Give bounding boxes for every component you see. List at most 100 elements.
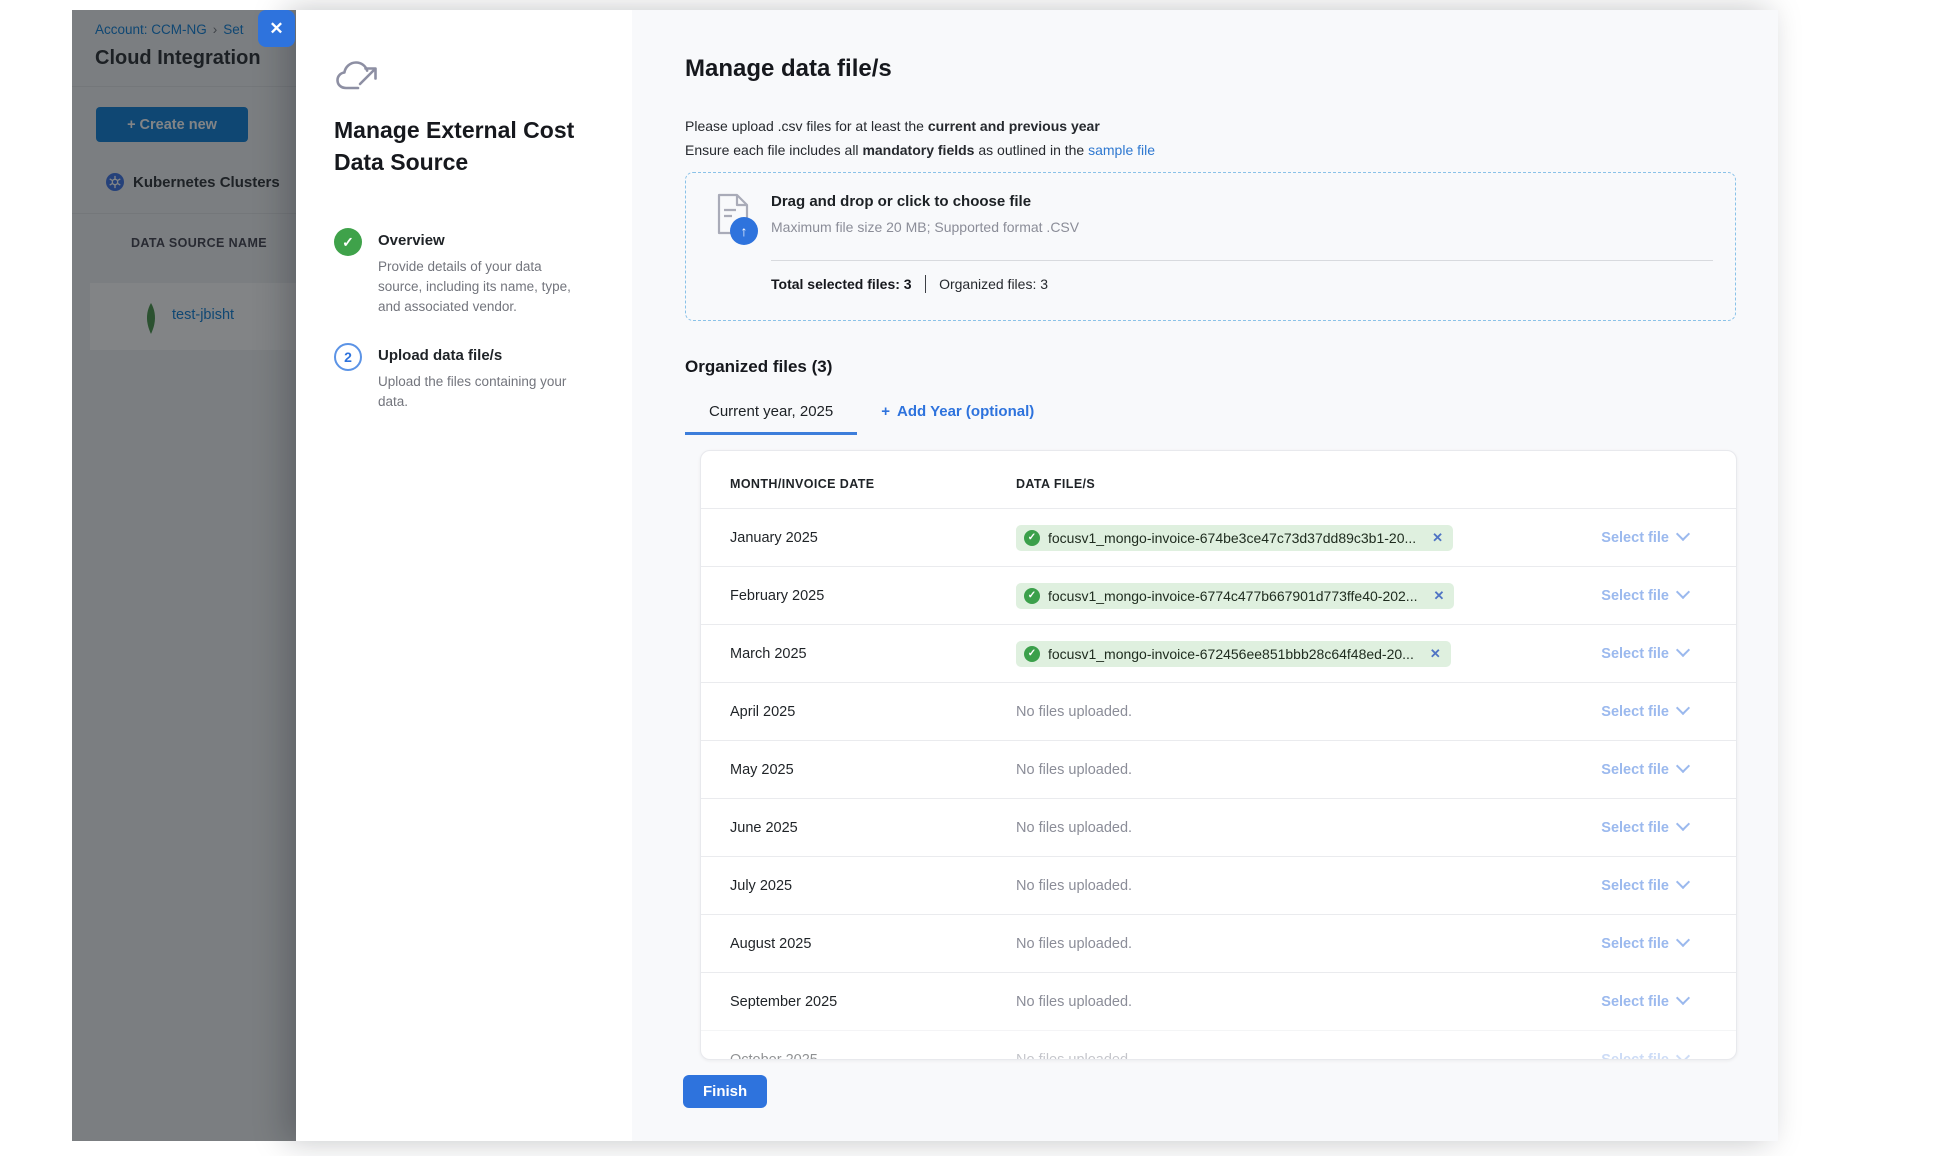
organized-files-heading: Organized files (3) — [685, 357, 832, 377]
drawer-left-panel: Manage External Cost Data Source ✓ Overv… — [296, 10, 632, 1141]
drawer-main-panel: Manage data file/s Please upload .csv fi… — [632, 10, 1778, 1141]
table-row: January 2025✓focusv1_mongo-invoice-674be… — [701, 508, 1736, 566]
column-month-invoice-date: MONTH/INVOICE DATE — [701, 477, 1016, 491]
select-file-dropdown[interactable]: Select file — [1531, 587, 1736, 604]
column-data-files: DATA FILE/S — [1016, 477, 1531, 491]
month-label: August 2025 — [701, 936, 1016, 952]
plus-icon: + — [881, 403, 890, 420]
select-file-dropdown[interactable]: Select file — [1531, 761, 1736, 778]
tab-kubernetes-clusters[interactable]: Kubernetes Clusters — [106, 173, 280, 191]
file-cell: No files uploaded. — [1016, 704, 1531, 720]
file-cell: No files uploaded. — [1016, 878, 1531, 894]
file-dropzone[interactable]: ↑ Drag and drop or click to choose file … — [685, 172, 1736, 321]
no-files-text: No files uploaded. — [1016, 820, 1132, 836]
column-header-data-source-name: DATA SOURCE NAME — [131, 236, 267, 250]
success-check-icon: ✓ — [1024, 588, 1040, 604]
kubernetes-icon — [106, 173, 124, 191]
select-file-dropdown[interactable]: Select file — [1531, 645, 1736, 662]
step-overview-label: Overview — [378, 228, 588, 249]
file-cell: ✓focusv1_mongo-invoice-6774c477b667901d7… — [1016, 583, 1531, 609]
file-cell: No files uploaded. — [1016, 820, 1531, 836]
select-file-label: Select file — [1601, 588, 1669, 604]
table-row: July 2025No files uploaded. Select file — [701, 856, 1736, 914]
tab-current-year[interactable]: Current year, 2025 — [685, 395, 857, 435]
select-file-dropdown[interactable]: Select file — [1531, 819, 1736, 836]
totals-separator — [925, 275, 927, 293]
breadcrumb-next-link[interactable]: Set — [223, 22, 243, 37]
no-files-text: No files uploaded. — [1016, 936, 1132, 952]
file-cell: ✓focusv1_mongo-invoice-672456ee851bbb28c… — [1016, 641, 1531, 667]
month-label: July 2025 — [701, 878, 1016, 894]
screen: Account: CCM-NG › Set Cloud Integration … — [0, 0, 1934, 1156]
step-number-badge: 2 — [334, 343, 362, 371]
select-file-label: Select file — [1601, 1052, 1669, 1060]
select-file-dropdown[interactable]: Select file — [1531, 1051, 1736, 1060]
manage-external-cost-drawer: Manage External Cost Data Source ✓ Overv… — [296, 10, 1778, 1141]
select-file-dropdown[interactable]: Select file — [1531, 993, 1736, 1010]
month-label: April 2025 — [701, 704, 1016, 720]
organized-files-card: MONTH/INVOICE DATE DATA FILE/S January 2… — [700, 450, 1737, 1060]
page-title: Cloud Integration — [95, 47, 261, 70]
file-chip: ✓focusv1_mongo-invoice-674be3ce47c73d37d… — [1016, 525, 1453, 551]
month-label: May 2025 — [701, 762, 1016, 778]
chevron-down-icon — [1676, 643, 1690, 657]
total-selected-files: Total selected files: 3 — [771, 276, 912, 292]
breadcrumb-account-link[interactable]: Account: CCM-NG — [95, 22, 207, 37]
instruction-line-1: Please upload .csv files for at least th… — [685, 114, 1155, 138]
select-file-label: Select file — [1601, 936, 1669, 952]
breadcrumb-separator-icon: › — [213, 22, 218, 37]
month-label: June 2025 — [701, 820, 1016, 836]
no-files-text: No files uploaded. — [1016, 704, 1132, 720]
step-upload-data-files[interactable]: 2 Upload data file/s Upload the files co… — [334, 343, 604, 412]
remove-file-icon[interactable]: ✕ — [1432, 530, 1443, 546]
chevron-down-icon — [1676, 933, 1690, 947]
close-drawer-button[interactable]: ✕ — [258, 10, 295, 47]
select-file-label: Select file — [1601, 530, 1669, 546]
select-file-label: Select file — [1601, 820, 1669, 836]
select-file-label: Select file — [1601, 878, 1669, 894]
select-file-label: Select file — [1601, 646, 1669, 662]
sample-file-link[interactable]: sample file — [1088, 142, 1155, 158]
month-label: February 2025 — [701, 588, 1016, 604]
file-cell: No files uploaded. — [1016, 1052, 1531, 1061]
finish-button[interactable]: Finish — [683, 1075, 767, 1108]
data-source-row[interactable]: test-jbisht — [90, 283, 296, 350]
select-file-dropdown[interactable]: Select file — [1531, 529, 1736, 546]
file-name: focusv1_mongo-invoice-674be3ce47c73d37dd… — [1048, 530, 1416, 546]
table-row: May 2025No files uploaded. Select file — [701, 740, 1736, 798]
month-label: January 2025 — [701, 530, 1016, 546]
upload-file-icon: ↑ — [716, 193, 768, 251]
cloud-export-icon — [334, 56, 380, 96]
success-check-icon: ✓ — [1024, 646, 1040, 662]
instruction-line-2: Ensure each file includes all mandatory … — [685, 138, 1155, 162]
year-tabs: Current year, 2025 +Add Year (optional) — [685, 395, 1044, 435]
breadcrumb[interactable]: Account: CCM-NG › Set — [95, 22, 244, 37]
file-cell: ✓focusv1_mongo-invoice-674be3ce47c73d37d… — [1016, 525, 1531, 551]
drawer-title: Manage External Cost Data Source — [334, 114, 584, 178]
file-chip: ✓focusv1_mongo-invoice-672456ee851bbb28c… — [1016, 641, 1451, 667]
month-label: October 2025 — [701, 1052, 1016, 1061]
chevron-down-icon — [1676, 817, 1690, 831]
select-file-dropdown[interactable]: Select file — [1531, 877, 1736, 894]
wizard-stepper: ✓ Overview Provide details of your data … — [334, 228, 604, 412]
select-file-label: Select file — [1601, 994, 1669, 1010]
tab-add-year[interactable]: +Add Year (optional) — [857, 395, 1044, 435]
file-cell: No files uploaded. — [1016, 994, 1531, 1010]
select-file-dropdown[interactable]: Select file — [1531, 935, 1736, 952]
step-upload-description: Upload the files containing your data. — [378, 372, 588, 412]
month-label: March 2025 — [701, 646, 1016, 662]
data-source-link[interactable]: test-jbisht — [172, 307, 234, 323]
step-overview[interactable]: ✓ Overview Provide details of your data … — [334, 228, 604, 317]
no-files-text: No files uploaded. — [1016, 878, 1132, 894]
remove-file-icon[interactable]: ✕ — [1430, 646, 1441, 662]
month-table-body: January 2025✓focusv1_mongo-invoice-674be… — [701, 508, 1736, 1060]
mongodb-leaf-icon — [143, 303, 159, 334]
tab-kubernetes-label: Kubernetes Clusters — [133, 174, 280, 191]
select-file-dropdown[interactable]: Select file — [1531, 703, 1736, 720]
dropzone-divider — [771, 260, 1713, 261]
create-new-button[interactable]: + Create new — [96, 107, 248, 142]
chevron-down-icon — [1676, 991, 1690, 1005]
upload-instructions: Please upload .csv files for at least th… — [685, 114, 1155, 162]
remove-file-icon[interactable]: ✕ — [1433, 588, 1444, 604]
no-files-text: No files uploaded. — [1016, 762, 1132, 778]
